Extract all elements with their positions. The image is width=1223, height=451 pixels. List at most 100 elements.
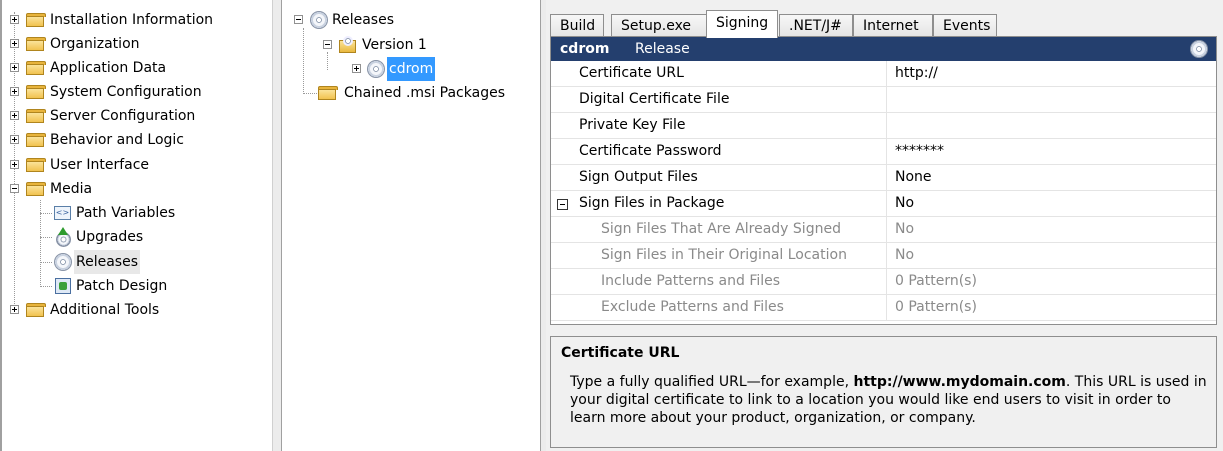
- expand-icon[interactable]: [10, 111, 19, 120]
- collapse-icon[interactable]: [323, 40, 332, 49]
- property-name: Include Patterns and Files: [601, 269, 887, 294]
- tree-item-organization[interactable]: Organization: [2, 32, 272, 56]
- disc-icon: [1190, 40, 1208, 58]
- tab-setup-exe[interactable]: Setup.exe: [611, 14, 707, 37]
- tree-item-application-data[interactable]: Application Data: [2, 56, 272, 80]
- tree-item-chained-msi-packages[interactable]: Chained .msi Packages: [282, 81, 538, 105]
- tree-item-server-configuration[interactable]: Server Configuration: [2, 104, 272, 128]
- expand-icon[interactable]: [10, 305, 19, 314]
- settings-pane: Build Setup.exe Signing .NET/J# Internet…: [546, 0, 1223, 451]
- tree-item-label: Server Configuration: [50, 108, 196, 124]
- tab-signing[interactable]: Signing: [706, 10, 778, 38]
- property-row-sign-files-in-package[interactable]: Sign Files in Package No: [551, 191, 1216, 217]
- tree-item-label: Chained .msi Packages: [344, 85, 505, 101]
- folder-icon: [26, 85, 46, 99]
- tree-item-label: System Configuration: [50, 84, 202, 100]
- tree-item-path-variables[interactable]: <> Path Variables: [2, 201, 272, 225]
- folder-icon: [26, 303, 46, 317]
- folder-icon: [26, 13, 46, 27]
- property-row-certificate-url[interactable]: Certificate URL http://: [551, 61, 1216, 87]
- property-row-private-key-file[interactable]: Private Key File: [551, 113, 1216, 139]
- tab-build[interactable]: Build: [550, 14, 604, 37]
- property-row-sign-output-files[interactable]: Sign Output Files None: [551, 165, 1216, 191]
- row-gutter: [551, 217, 577, 242]
- property-name: Sign Files That Are Already Signed: [601, 217, 887, 242]
- expand-icon[interactable]: [10, 160, 19, 169]
- property-grid-header: cdrom Release: [551, 37, 1216, 61]
- expand-icon[interactable]: [10, 39, 19, 48]
- property-row-exclude-patterns[interactable]: Exclude Patterns and Files 0 Pattern(s): [551, 295, 1216, 321]
- row-gutter: [551, 61, 577, 86]
- tree-item-releases[interactable]: Releases: [2, 250, 272, 274]
- collapse-icon[interactable]: [10, 184, 19, 193]
- tab-dotnet-jsharp[interactable]: .NET/J#: [779, 14, 853, 37]
- property-value[interactable]: No: [895, 217, 914, 242]
- row-gutter: [551, 165, 577, 190]
- property-value[interactable]: 0 Pattern(s): [895, 295, 977, 320]
- property-row-certificate-password[interactable]: Certificate Password *******: [551, 139, 1216, 165]
- tab-label: Signing: [716, 15, 769, 31]
- collapse-icon[interactable]: [557, 199, 568, 210]
- tree-item-label: Behavior and Logic: [50, 132, 184, 148]
- expand-icon[interactable]: [10, 135, 19, 144]
- property-value[interactable]: http://: [895, 61, 938, 86]
- property-name: Digital Certificate File: [579, 87, 887, 112]
- property-value[interactable]: No: [895, 243, 914, 268]
- tab-label: Setup.exe: [621, 18, 692, 34]
- folder-open-icon: [26, 182, 46, 196]
- tree-item-label: Application Data: [50, 60, 167, 76]
- tree-item-label: Patch Design: [76, 278, 168, 294]
- header-item-type: Release: [635, 41, 690, 57]
- folder-icon: [26, 37, 46, 51]
- property-row-digital-certificate-file[interactable]: Digital Certificate File: [551, 87, 1216, 113]
- property-value[interactable]: *******: [895, 139, 944, 164]
- property-row-sign-files-original-location[interactable]: Sign Files in Their Original Location No: [551, 243, 1216, 269]
- folder-icon: [26, 158, 46, 172]
- expand-icon[interactable]: [10, 87, 19, 96]
- tree-item-label: Media: [50, 181, 93, 197]
- expand-icon[interactable]: [10, 63, 19, 72]
- property-name: Sign Files in Package: [579, 191, 887, 216]
- tree-item-upgrades[interactable]: Upgrades: [2, 225, 272, 249]
- tab-label: Build: [560, 18, 596, 34]
- tree-item-releases-root[interactable]: Releases: [282, 8, 538, 32]
- row-gutter: [551, 139, 577, 164]
- collapse-icon[interactable]: [294, 15, 303, 24]
- folder-icon: [318, 86, 338, 100]
- expand-icon[interactable]: [352, 64, 361, 73]
- tree-item-media[interactable]: Media: [2, 177, 272, 201]
- tab-label: Events: [943, 18, 991, 34]
- tree-item-version-1[interactable]: Version 1: [282, 33, 538, 57]
- releases-tree-pane: Releases Version 1 cdrom Chained .msi Pa…: [282, 0, 540, 451]
- description-example-url: http://www.mydomain.com: [853, 374, 1066, 390]
- row-gutter: [551, 269, 577, 294]
- tree-item-patch-design[interactable]: Patch Design: [2, 274, 272, 298]
- folder-icon: [26, 133, 46, 147]
- tree-item-label: Releases: [74, 250, 140, 274]
- tree-item-label: Releases: [332, 12, 394, 28]
- folder-icon: [26, 109, 46, 123]
- tab-internet[interactable]: Internet: [853, 14, 933, 37]
- row-gutter: [551, 243, 577, 268]
- property-value[interactable]: 0 Pattern(s): [895, 269, 977, 294]
- disc-icon: [367, 60, 385, 78]
- left-tree-pane: Installation Information Organization Ap…: [0, 0, 272, 451]
- tree-item-cdrom[interactable]: cdrom: [282, 57, 538, 81]
- tree-item-behavior-and-logic[interactable]: Behavior and Logic: [2, 128, 272, 152]
- property-row-sign-files-already-signed[interactable]: Sign Files That Are Already Signed No: [551, 217, 1216, 243]
- tree-item-additional-tools[interactable]: Additional Tools: [2, 298, 272, 322]
- tree-item-installation-information[interactable]: Installation Information: [2, 8, 272, 32]
- property-value[interactable]: No: [895, 191, 914, 216]
- expand-icon[interactable]: [10, 15, 19, 24]
- property-row-include-patterns[interactable]: Include Patterns and Files 0 Pattern(s): [551, 269, 1216, 295]
- property-name: Private Key File: [579, 113, 887, 138]
- tab-events[interactable]: Events: [933, 14, 997, 37]
- disc-icon: [310, 11, 328, 29]
- property-name: Certificate URL: [579, 61, 887, 86]
- tree-item-user-interface[interactable]: User Interface: [2, 153, 272, 177]
- pane-splitter[interactable]: [272, 0, 282, 451]
- property-value[interactable]: None: [895, 165, 932, 190]
- tree-item-system-configuration[interactable]: System Configuration: [2, 80, 272, 104]
- tree-item-label: Organization: [50, 36, 140, 52]
- path-variables-icon: <>: [54, 206, 71, 220]
